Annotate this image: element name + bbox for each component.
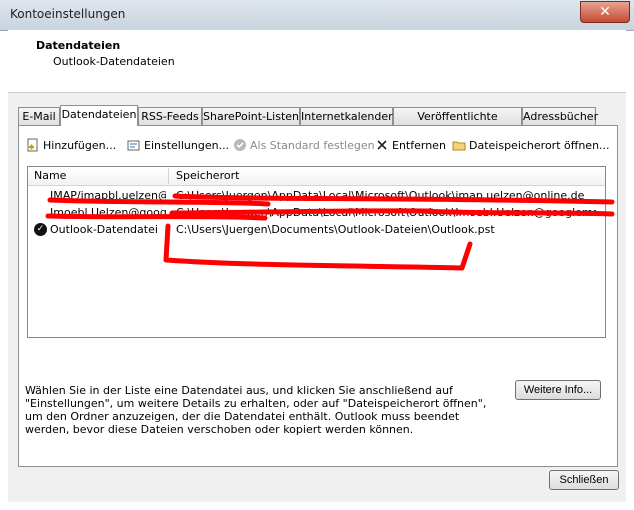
- row-name: Outlook-Datendatei: [50, 223, 158, 236]
- remove-label: Entfernen: [392, 139, 446, 152]
- window-close-button[interactable]: ✕: [580, 1, 630, 23]
- list-row[interactable]: Imoebl.Uelzen@googl... C:\Users\Juergen\…: [28, 204, 605, 221]
- list-header: Name Speicherort: [28, 167, 605, 186]
- checkmark-circle-icon: [234, 139, 246, 151]
- dialog-header: Datendateien Outlook-Datendateien: [8, 30, 626, 93]
- data-files-list[interactable]: Name Speicherort IMAP/imapbl.uelzen@... …: [27, 166, 606, 338]
- settings-button[interactable]: Einstellungen...: [127, 136, 229, 156]
- tab-veroeffentlichte-kalender[interactable]: Veröffentlichte Kalender: [393, 107, 522, 140]
- tab-internetkalender[interactable]: Internetkalender: [300, 107, 393, 125]
- row-location: C:\Users\Juergen\AppData\Local\Microsoft…: [176, 206, 596, 219]
- list-row[interactable]: IMAP/imapbl.uelzen@... C:\Users\Juergen\…: [28, 187, 605, 204]
- header-title: Datendateien: [36, 39, 121, 52]
- remove-x-icon: [377, 140, 387, 150]
- tab-rss-feeds[interactable]: RSS-Feeds: [138, 107, 202, 125]
- window-title: Kontoeinstellungen: [10, 7, 126, 21]
- set-default-button[interactable]: Als Standard festlegen: [233, 136, 375, 156]
- help-description: Wählen Sie in der Liste eine Datendatei …: [25, 384, 487, 436]
- default-checkmark-icon: ✓: [34, 223, 47, 236]
- dialog-content: Datendateien Outlook-Datendateien E-Mail…: [8, 30, 626, 502]
- set-default-label: Als Standard festlegen: [250, 139, 375, 152]
- tab-sharepoint-listen[interactable]: SharePoint-Listen: [202, 107, 300, 125]
- close-button[interactable]: Schließen: [549, 470, 619, 490]
- add-button[interactable]: Hinzufügen...: [26, 136, 116, 156]
- tab-panel-datendateien: Hinzufügen... Einstellungen... Als Stand…: [18, 125, 618, 467]
- column-divider[interactable]: [168, 168, 169, 184]
- row-name: IMAP/imapbl.uelzen@...: [50, 189, 166, 202]
- add-label: Hinzufügen...: [43, 139, 117, 152]
- remove-button[interactable]: Entfernen: [375, 136, 446, 156]
- tab-datendateien[interactable]: Datendateien: [60, 105, 138, 126]
- header-subtitle: Outlook-Datendateien: [53, 55, 175, 68]
- settings-label: Einstellungen...: [144, 139, 230, 152]
- row-location: C:\Users\Juergen\Documents\Outlook-Datei…: [176, 223, 495, 236]
- tab-adressbuecher[interactable]: Adressbücher: [522, 107, 598, 125]
- title-bar: Kontoeinstellungen ✕: [0, 0, 634, 31]
- column-header-name[interactable]: Name: [34, 167, 66, 185]
- open-location-label: Dateispeicherort öffnen...: [469, 139, 610, 152]
- toolbar: Hinzufügen... Einstellungen... Als Stand…: [19, 136, 617, 156]
- list-row-default[interactable]: ✓ Outlook-Datendatei C:\Users\Juergen\Do…: [28, 221, 605, 238]
- more-info-button[interactable]: Weitere Info...: [515, 380, 601, 400]
- row-name: Imoebl.Uelzen@googl...: [50, 206, 166, 219]
- open-location-button[interactable]: Dateispeicherort öffnen...: [452, 136, 610, 156]
- column-header-location[interactable]: Speicherort: [176, 167, 239, 185]
- settings-icon: [127, 140, 140, 151]
- folder-icon: [452, 141, 466, 151]
- add-file-icon: [27, 138, 38, 152]
- tab-email[interactable]: E-Mail: [18, 107, 60, 125]
- row-location: C:\Users\Juergen\AppData\Local\Microsoft…: [176, 189, 585, 202]
